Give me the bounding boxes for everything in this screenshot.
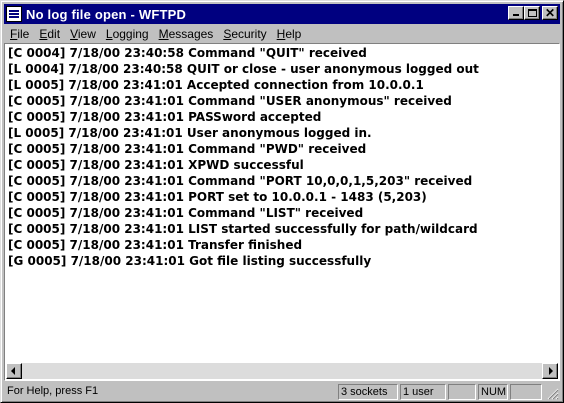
log-list[interactable]: [C 0004] 7/18/00 23:40:58 Command "QUIT"… [6,44,558,364]
app-icon[interactable] [6,6,22,22]
title-buttons: ✕ [508,6,558,20]
scroll-right-button[interactable] [542,363,558,379]
log-line: [C 0004] 7/18/00 23:40:58 Command "QUIT"… [8,46,367,60]
scroll-left-button[interactable] [6,363,22,379]
menu-bar: File Edit View Logging Messages Security… [4,25,560,43]
log-line: [C 0005] 7/18/00 23:41:01 LIST started s… [8,222,478,236]
wftpd-window: No log file open - WFTPD ✕ File Edit Vie… [0,0,564,403]
minimize-button[interactable] [508,6,524,20]
log-line: [L 0005] 7/18/00 23:41:01 Accepted conne… [8,78,424,92]
log-line: [C 0005] 7/18/00 23:41:01 Command "LIST"… [8,206,364,220]
status-blank-pane-2 [510,384,542,400]
menu-help[interactable]: Help [272,25,307,43]
resize-grip-icon[interactable] [547,388,559,400]
menu-logging[interactable]: Logging [101,25,154,43]
log-line: [C 0005] 7/18/00 23:41:01 PORT set to 10… [8,190,427,204]
log-view[interactable]: [C 0004] 7/18/00 23:40:58 Command "QUIT"… [4,43,560,381]
status-blank-pane [448,384,476,400]
log-line: [C 0005] 7/18/00 23:41:01 PASSword accep… [8,110,322,124]
status-sockets: 3 sockets [338,384,398,400]
arrow-left-icon [11,367,15,375]
minimize-icon [513,14,519,16]
arrow-right-icon [549,367,553,375]
status-users: 1 user [400,384,446,400]
menu-messages[interactable]: Messages [154,25,219,43]
menu-view[interactable]: View [65,25,101,43]
window-title: No log file open - WFTPD [26,6,187,22]
title-bar[interactable]: No log file open - WFTPD ✕ [4,4,560,24]
status-bar: For Help, press F1 3 sockets 1 user NUM [4,382,560,401]
menu-security[interactable]: Security [218,25,271,43]
log-line: [G 0005] 7/18/00 23:41:01 Got file listi… [8,254,372,268]
close-icon: ✕ [544,6,556,20]
log-line: [L 0005] 7/18/00 23:41:01 User anonymous… [8,126,372,140]
menu-file[interactable]: File [4,25,34,43]
log-line: [C 0005] 7/18/00 23:41:01 Command "USER … [8,94,452,108]
close-button[interactable]: ✕ [542,6,558,20]
menu-edit[interactable]: Edit [34,25,65,43]
log-line: [C 0005] 7/18/00 23:41:01 XPWD successfu… [8,158,304,172]
maximize-icon [528,9,537,17]
maximize-button[interactable] [524,6,540,20]
log-line: [C 0005] 7/18/00 23:41:01 Command "PWD" … [8,142,367,156]
log-line: [L 0004] 7/18/00 23:40:58 QUIT or close … [8,62,479,76]
log-line: [C 0005] 7/18/00 23:41:01 Command "PORT … [8,174,473,188]
status-num-lock: NUM [478,384,508,400]
status-help-text: For Help, press F1 [7,385,99,397]
log-line: [C 0005] 7/18/00 23:41:01 Transfer finis… [8,238,303,252]
horizontal-scrollbar[interactable] [6,363,558,379]
